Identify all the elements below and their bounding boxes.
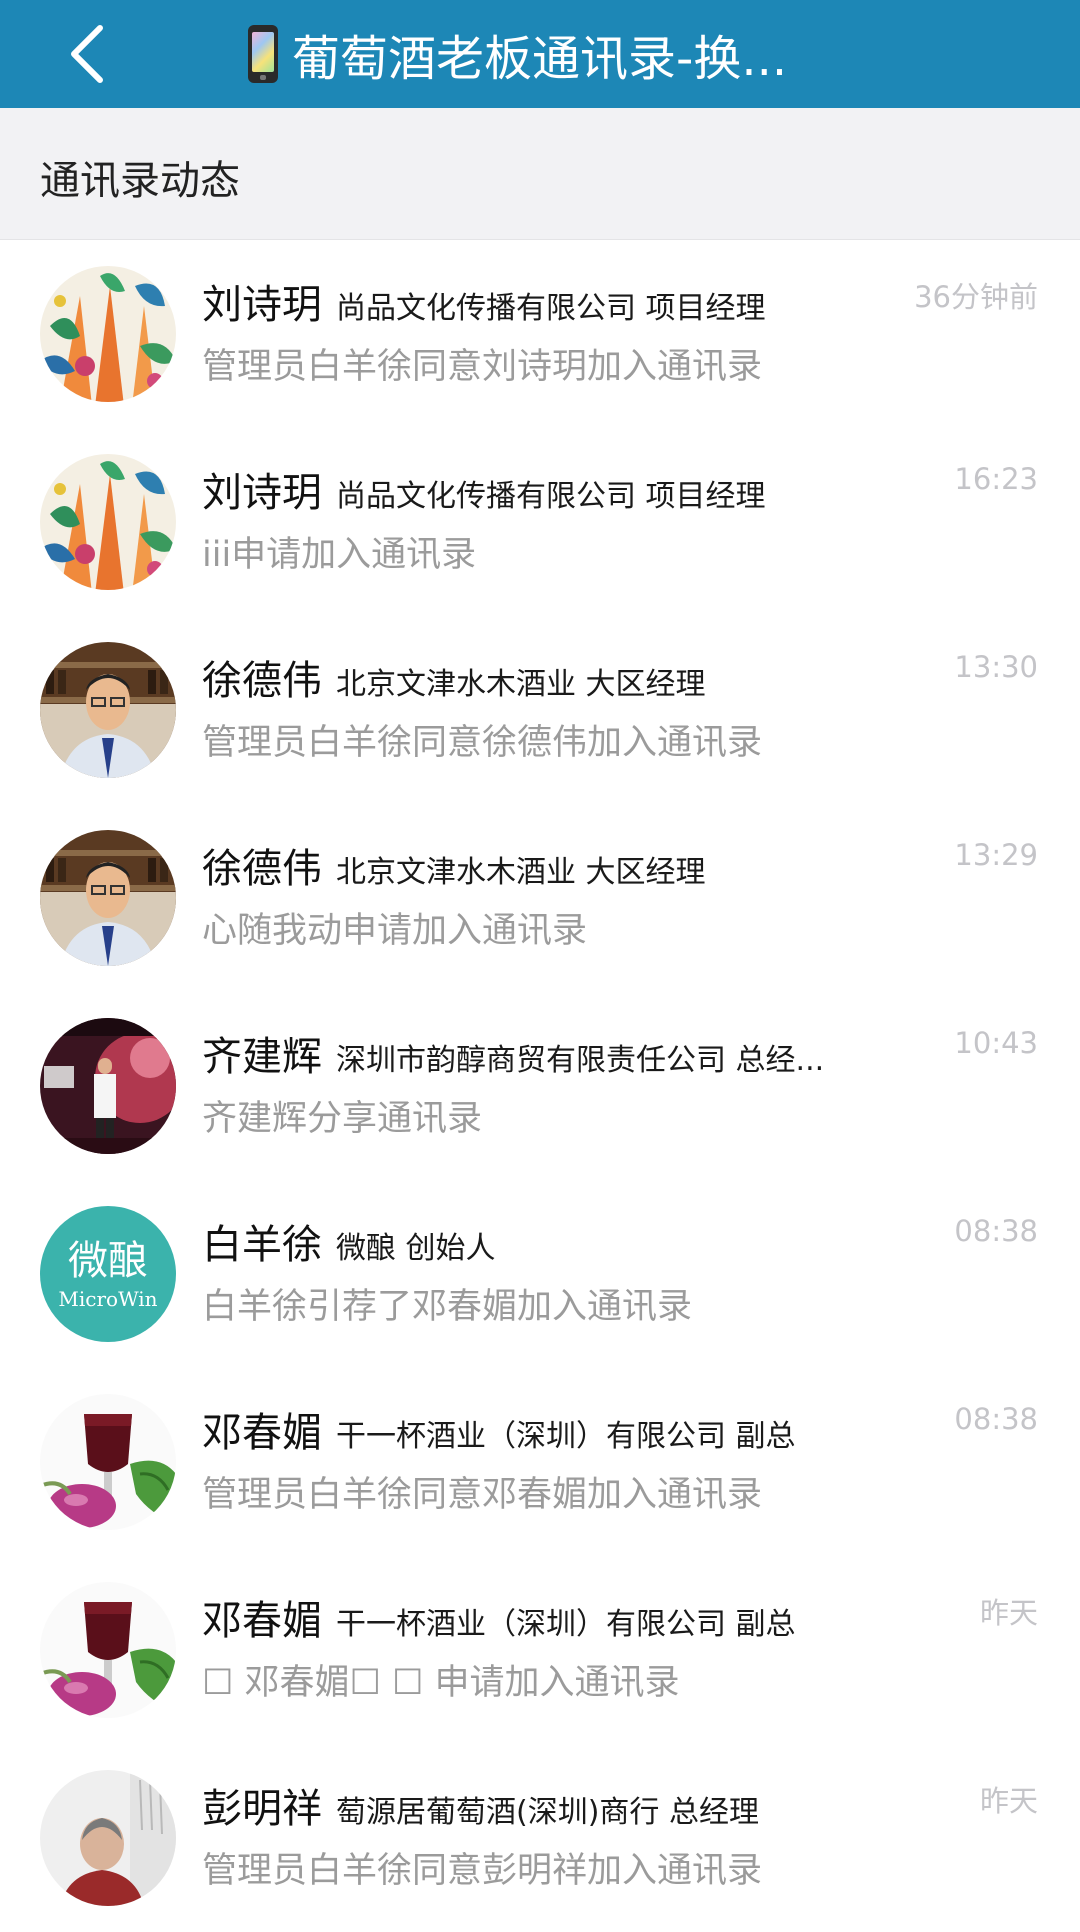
contact-header: 刘诗玥 尚品文化传播有限公司 项目经理 — [202, 272, 872, 324]
avatar[interactable] — [40, 1770, 176, 1906]
contact-company-title: 干一杯酒业（深圳）有限公司 副总 — [336, 1419, 796, 1452]
nav-bar: 葡萄酒老板通讯录-换... — [0, 0, 1080, 108]
contact-header: 徐德伟 北京文津水木酒业 大区经理 — [202, 836, 872, 888]
activity-message: iii申请加入通讯录 — [202, 535, 477, 575]
activity-list: 刘诗玥 尚品文化传播有限公司 项目经理 管理员白羊徐同意刘诗玥加入通讯录 36分钟前 … — [0, 240, 1080, 1932]
contact-header: 彭明祥 萄源居葡萄酒(深圳)商行 总经理 — [202, 1776, 872, 1828]
contact-name: 彭明祥 — [202, 1786, 322, 1828]
section-title: 通讯录动态 — [40, 158, 240, 204]
contact-name: 邓春媚 — [202, 1598, 322, 1640]
avatar[interactable] — [40, 1018, 176, 1154]
list-item[interactable]: 微酿 MicroWin 白羊徐 微酿 创始人白羊徐引荐了邓春媚加入通讯录 08:38 — [0, 1180, 1080, 1368]
contact-company-title: 深圳市韵醇商贸有限责任公司 总经... — [336, 1043, 825, 1076]
avatar[interactable] — [40, 642, 176, 778]
contact-header: 徐德伟 北京文津水木酒业 大区经理 — [202, 648, 872, 700]
contact-company-title: 北京文津水木酒业 大区经理 — [336, 667, 706, 700]
contact-company-title: 微酿 创始人 — [336, 1231, 496, 1264]
timestamp: 08:38 — [954, 1214, 1038, 1248]
list-item[interactable]: 彭明祥 萄源居葡萄酒(深圳)商行 总经理管理员白羊徐同意彭明祥加入通讯录 昨天 — [0, 1744, 1080, 1932]
list-item[interactable]: 齐建辉 深圳市韵醇商贸有限责任公司 总经... 齐建辉分享通讯录 10:43 — [0, 992, 1080, 1180]
timestamp: 36分钟前 — [914, 280, 1038, 314]
contact-name: 刘诗玥 — [202, 282, 322, 324]
page-title: 葡萄酒老板通讯录-换... — [248, 0, 898, 108]
contact-company-title: 干一杯酒业（深圳）有限公司 副总 — [336, 1607, 796, 1640]
timestamp: 08:38 — [954, 1402, 1038, 1436]
contact-name: 邓春媚 — [202, 1410, 322, 1452]
activity-message: 管理员白羊徐同意彭明祥加入通讯录 — [202, 1851, 763, 1891]
list-item[interactable]: 邓春媚 干一杯酒业（深圳）有限公司 副总 ☐ 邓春媚☐ ☐ 申请加入通讯录 昨天 — [0, 1556, 1080, 1744]
timestamp: 10:43 — [954, 1026, 1038, 1060]
avatar[interactable] — [40, 1394, 176, 1530]
contact-name: 白羊徐 — [202, 1222, 322, 1264]
activity-message: 白羊徐引荐了邓春媚加入通讯录 — [202, 1287, 693, 1327]
list-item[interactable]: 邓春媚 干一杯酒业（深圳）有限公司 副总管理员白羊徐同意邓春媚加入通讯录 08:38 — [0, 1368, 1080, 1556]
contact-name: 刘诗玥 — [202, 470, 322, 512]
contact-header: 齐建辉 深圳市韵醇商贸有限责任公司 总经... — [202, 1024, 872, 1076]
contact-header: 白羊徐 微酿 创始人 — [202, 1212, 872, 1264]
list-item[interactable]: 徐德伟 北京文津水木酒业 大区经理管理员白羊徐同意徐德伟加入通讯录 13:30 — [0, 616, 1080, 804]
avatar-logo-subtext: MicroWin — [58, 1287, 157, 1311]
activity-message: 管理员白羊徐同意邓春媚加入通讯录 — [202, 1475, 763, 1515]
timestamp: 13:29 — [954, 838, 1038, 872]
mobile-phone-icon — [248, 25, 278, 83]
back-button[interactable] — [48, 14, 128, 94]
avatar[interactable]: 微酿 MicroWin — [40, 1206, 176, 1342]
contact-name: 徐德伟 — [202, 658, 322, 700]
list-item[interactable]: 刘诗玥 尚品文化传播有限公司 项目经理 iii申请加入通讯录 16:23 — [0, 428, 1080, 616]
contact-company-title: 萄源居葡萄酒(深圳)商行 总经理 — [336, 1795, 759, 1828]
avatar[interactable] — [40, 1582, 176, 1718]
avatar[interactable] — [40, 454, 176, 590]
activity-message: 管理员白羊徐同意徐德伟加入通讯录 — [202, 723, 763, 763]
contact-company-title: 尚品文化传播有限公司 项目经理 — [336, 291, 766, 324]
contact-header: 邓春媚 干一杯酒业（深圳）有限公司 副总 — [202, 1400, 872, 1452]
page-title-text: 葡萄酒老板通讯录-换... — [292, 31, 788, 87]
avatar[interactable] — [40, 266, 176, 402]
activity-message: ☐ 邓春媚☐ ☐ 申请加入通讯录 — [202, 1663, 680, 1703]
contact-company-title: 北京文津水木酒业 大区经理 — [336, 855, 706, 888]
timestamp: 昨天 — [979, 1784, 1038, 1818]
chevron-left-icon — [71, 25, 103, 83]
timestamp: 16:23 — [954, 462, 1038, 496]
section-header: 通讯录动态 — [0, 108, 1080, 240]
contact-header: 刘诗玥 尚品文化传播有限公司 项目经理 — [202, 460, 872, 512]
contact-name: 齐建辉 — [202, 1034, 322, 1076]
contact-name: 徐德伟 — [202, 846, 322, 888]
activity-message: 齐建辉分享通讯录 — [202, 1099, 483, 1139]
activity-message: 心随我动申请加入通讯录 — [202, 911, 588, 951]
list-item[interactable]: 徐德伟 北京文津水木酒业 大区经理心随我动申请加入通讯录 13:29 — [0, 804, 1080, 992]
timestamp: 13:30 — [954, 650, 1038, 684]
list-item[interactable]: 刘诗玥 尚品文化传播有限公司 项目经理管理员白羊徐同意刘诗玥加入通讯录 36分钟前 — [0, 240, 1080, 428]
contact-header: 邓春媚 干一杯酒业（深圳）有限公司 副总 — [202, 1588, 872, 1640]
timestamp: 昨天 — [979, 1596, 1038, 1630]
activity-message: 管理员白羊徐同意刘诗玥加入通讯录 — [202, 347, 763, 387]
avatar-logo-text: 微酿 — [68, 1238, 148, 1284]
contact-company-title: 尚品文化传播有限公司 项目经理 — [336, 479, 766, 512]
avatar[interactable] — [40, 830, 176, 966]
